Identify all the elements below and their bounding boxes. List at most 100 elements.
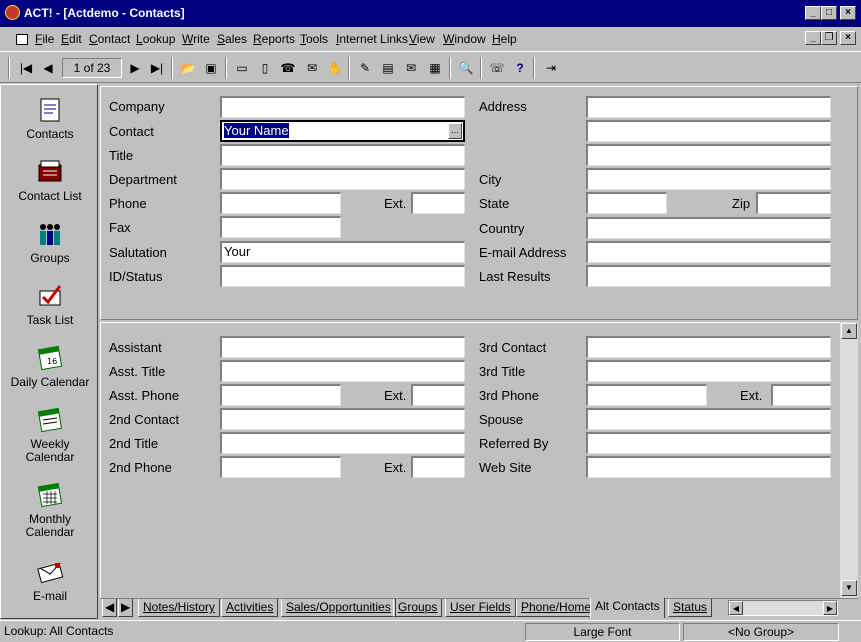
- title-field[interactable]: [220, 144, 465, 166]
- duplicate-icon[interactable]: ▯: [255, 59, 275, 77]
- tab-groups[interactable]: Groups: [393, 599, 443, 617]
- tab-phone-home[interactable]: Phone/Home: [516, 599, 597, 617]
- tab-user-fields[interactable]: User Fields: [445, 599, 516, 617]
- third-title-field[interactable]: [586, 360, 831, 382]
- font-status[interactable]: Large Font: [525, 623, 680, 641]
- asst-title-field[interactable]: [220, 360, 465, 382]
- menu-view[interactable]: View: [409, 32, 435, 46]
- third-ext-field[interactable]: [771, 384, 831, 406]
- menu-lookup[interactable]: Lookup: [136, 32, 175, 46]
- document-icon[interactable]: [16, 34, 28, 45]
- dialer-icon[interactable]: ☏: [487, 59, 507, 77]
- nav-monthly-calendar[interactable]: Monthly Calendar: [1, 480, 99, 539]
- department-field[interactable]: [220, 168, 465, 190]
- state-field[interactable]: [586, 192, 667, 214]
- phone-icon[interactable]: ☎: [278, 59, 298, 77]
- salutation-field[interactable]: Your: [220, 241, 465, 263]
- tab-activities[interactable]: Activities: [221, 599, 279, 617]
- second-phone-field[interactable]: [220, 456, 341, 478]
- id-status-field[interactable]: [220, 265, 465, 287]
- hand-icon[interactable]: ✋: [325, 59, 345, 77]
- menu-write[interactable]: Write: [182, 32, 210, 46]
- third-contact-field[interactable]: [586, 336, 831, 358]
- spouse-field[interactable]: [586, 408, 831, 430]
- help-icon[interactable]: ?: [510, 59, 530, 77]
- menu-edit[interactable]: Edit: [61, 32, 82, 46]
- schedule-icon[interactable]: ▦: [425, 59, 445, 77]
- maximize-button[interactable]: □: [821, 6, 837, 20]
- nav-contacts[interactable]: Contacts: [1, 95, 99, 141]
- city-field[interactable]: [586, 168, 831, 190]
- close-button[interactable]: ×: [840, 6, 856, 20]
- contact-field[interactable]: Your Name ...: [220, 120, 465, 142]
- doc-restore-button[interactable]: ❐: [821, 31, 837, 45]
- doc-close-button[interactable]: ×: [840, 31, 856, 45]
- group-status[interactable]: <No Group>: [683, 623, 839, 641]
- open-folder-icon[interactable]: 📂: [178, 59, 198, 77]
- next-record-icon[interactable]: ▶: [125, 59, 145, 77]
- hscroll-right-icon[interactable]: ▶: [823, 601, 837, 615]
- nav-daily-calendar[interactable]: 16 Daily Calendar: [1, 343, 99, 389]
- scroll-up-icon[interactable]: ▲: [841, 323, 857, 339]
- scroll-down-icon[interactable]: ▼: [841, 580, 857, 596]
- note-icon[interactable]: ✎: [355, 59, 375, 77]
- menu-internet-links[interactable]: Internet Links: [336, 32, 408, 46]
- country-field[interactable]: [586, 217, 831, 239]
- hscroll-left-icon[interactable]: ◀: [729, 601, 743, 615]
- menu-window[interactable]: Window: [443, 32, 486, 46]
- nav-task-list[interactable]: Task List: [1, 281, 99, 327]
- tab-sales-opportunities[interactable]: Sales/Opportunities: [281, 599, 396, 617]
- act-app-icon[interactable]: [5, 5, 20, 20]
- contact-dropdown-button[interactable]: ...: [448, 123, 462, 139]
- menu-sales[interactable]: Sales: [217, 32, 247, 46]
- address-field-3[interactable]: [586, 144, 831, 166]
- fax-field[interactable]: [220, 216, 341, 238]
- nav-weekly-calendar[interactable]: Weekly Calendar: [1, 405, 99, 464]
- phone-ext-field[interactable]: [411, 192, 465, 214]
- minimize-button[interactable]: _: [805, 6, 821, 20]
- lookup-icon[interactable]: 🔍: [456, 59, 476, 77]
- menu-help[interactable]: Help: [492, 32, 517, 46]
- zip-field[interactable]: [756, 192, 831, 214]
- save-icon[interactable]: ▣: [201, 59, 221, 77]
- history-icon[interactable]: ▤: [378, 59, 398, 77]
- tab-notes-history[interactable]: Notes/History: [138, 599, 221, 617]
- asst-phone-field[interactable]: [220, 384, 341, 406]
- fax-icon[interactable]: ✉: [302, 59, 322, 77]
- last-results-field[interactable]: [586, 265, 831, 287]
- tab-alt-contacts[interactable]: Alt Contacts: [590, 598, 665, 618]
- new-contact-icon[interactable]: ▭: [232, 59, 252, 77]
- second-title-field[interactable]: [220, 432, 465, 454]
- email-address-field[interactable]: [586, 241, 831, 263]
- tab-scroll-right-icon[interactable]: ▶: [118, 599, 134, 617]
- menu-reports[interactable]: Reports: [253, 32, 295, 46]
- tab-hscrollbar[interactable]: ◀ ▶: [728, 600, 838, 616]
- assistant-field[interactable]: [220, 336, 465, 358]
- vertical-scrollbar[interactable]: ▲ ▼: [840, 322, 858, 598]
- address-field-2[interactable]: [586, 120, 831, 142]
- prev-record-icon[interactable]: ◀: [38, 59, 58, 77]
- second-ext-field[interactable]: [411, 456, 465, 478]
- tab-status[interactable]: Status: [668, 599, 713, 617]
- company-field[interactable]: [220, 96, 465, 118]
- nav-email[interactable]: E-mail: [1, 557, 99, 603]
- asst-ext-field[interactable]: [411, 384, 465, 406]
- tab-scroll-left-icon[interactable]: ◀: [102, 599, 118, 617]
- referred-by-field[interactable]: [586, 432, 831, 454]
- last-record-icon[interactable]: ▶|: [147, 59, 167, 77]
- exit-icon[interactable]: ⇥: [541, 59, 561, 77]
- second-contact-field[interactable]: [220, 408, 465, 430]
- nav-groups[interactable]: Groups: [1, 219, 99, 265]
- tab-label: Activities: [226, 600, 274, 614]
- third-phone-field[interactable]: [586, 384, 707, 406]
- doc-minimize-button[interactable]: _: [805, 31, 821, 45]
- nav-contact-list[interactable]: Contact List: [1, 157, 99, 203]
- phone-field[interactable]: [220, 192, 341, 214]
- menu-file[interactable]: File: [35, 32, 54, 46]
- web-site-field[interactable]: [586, 456, 831, 478]
- address-field-1[interactable]: [586, 96, 831, 118]
- menu-tools[interactable]: Tools: [300, 32, 328, 46]
- menu-contact[interactable]: Contact: [89, 32, 130, 46]
- letter-icon[interactable]: ✉: [401, 59, 421, 77]
- first-record-icon[interactable]: |◀: [16, 59, 36, 77]
